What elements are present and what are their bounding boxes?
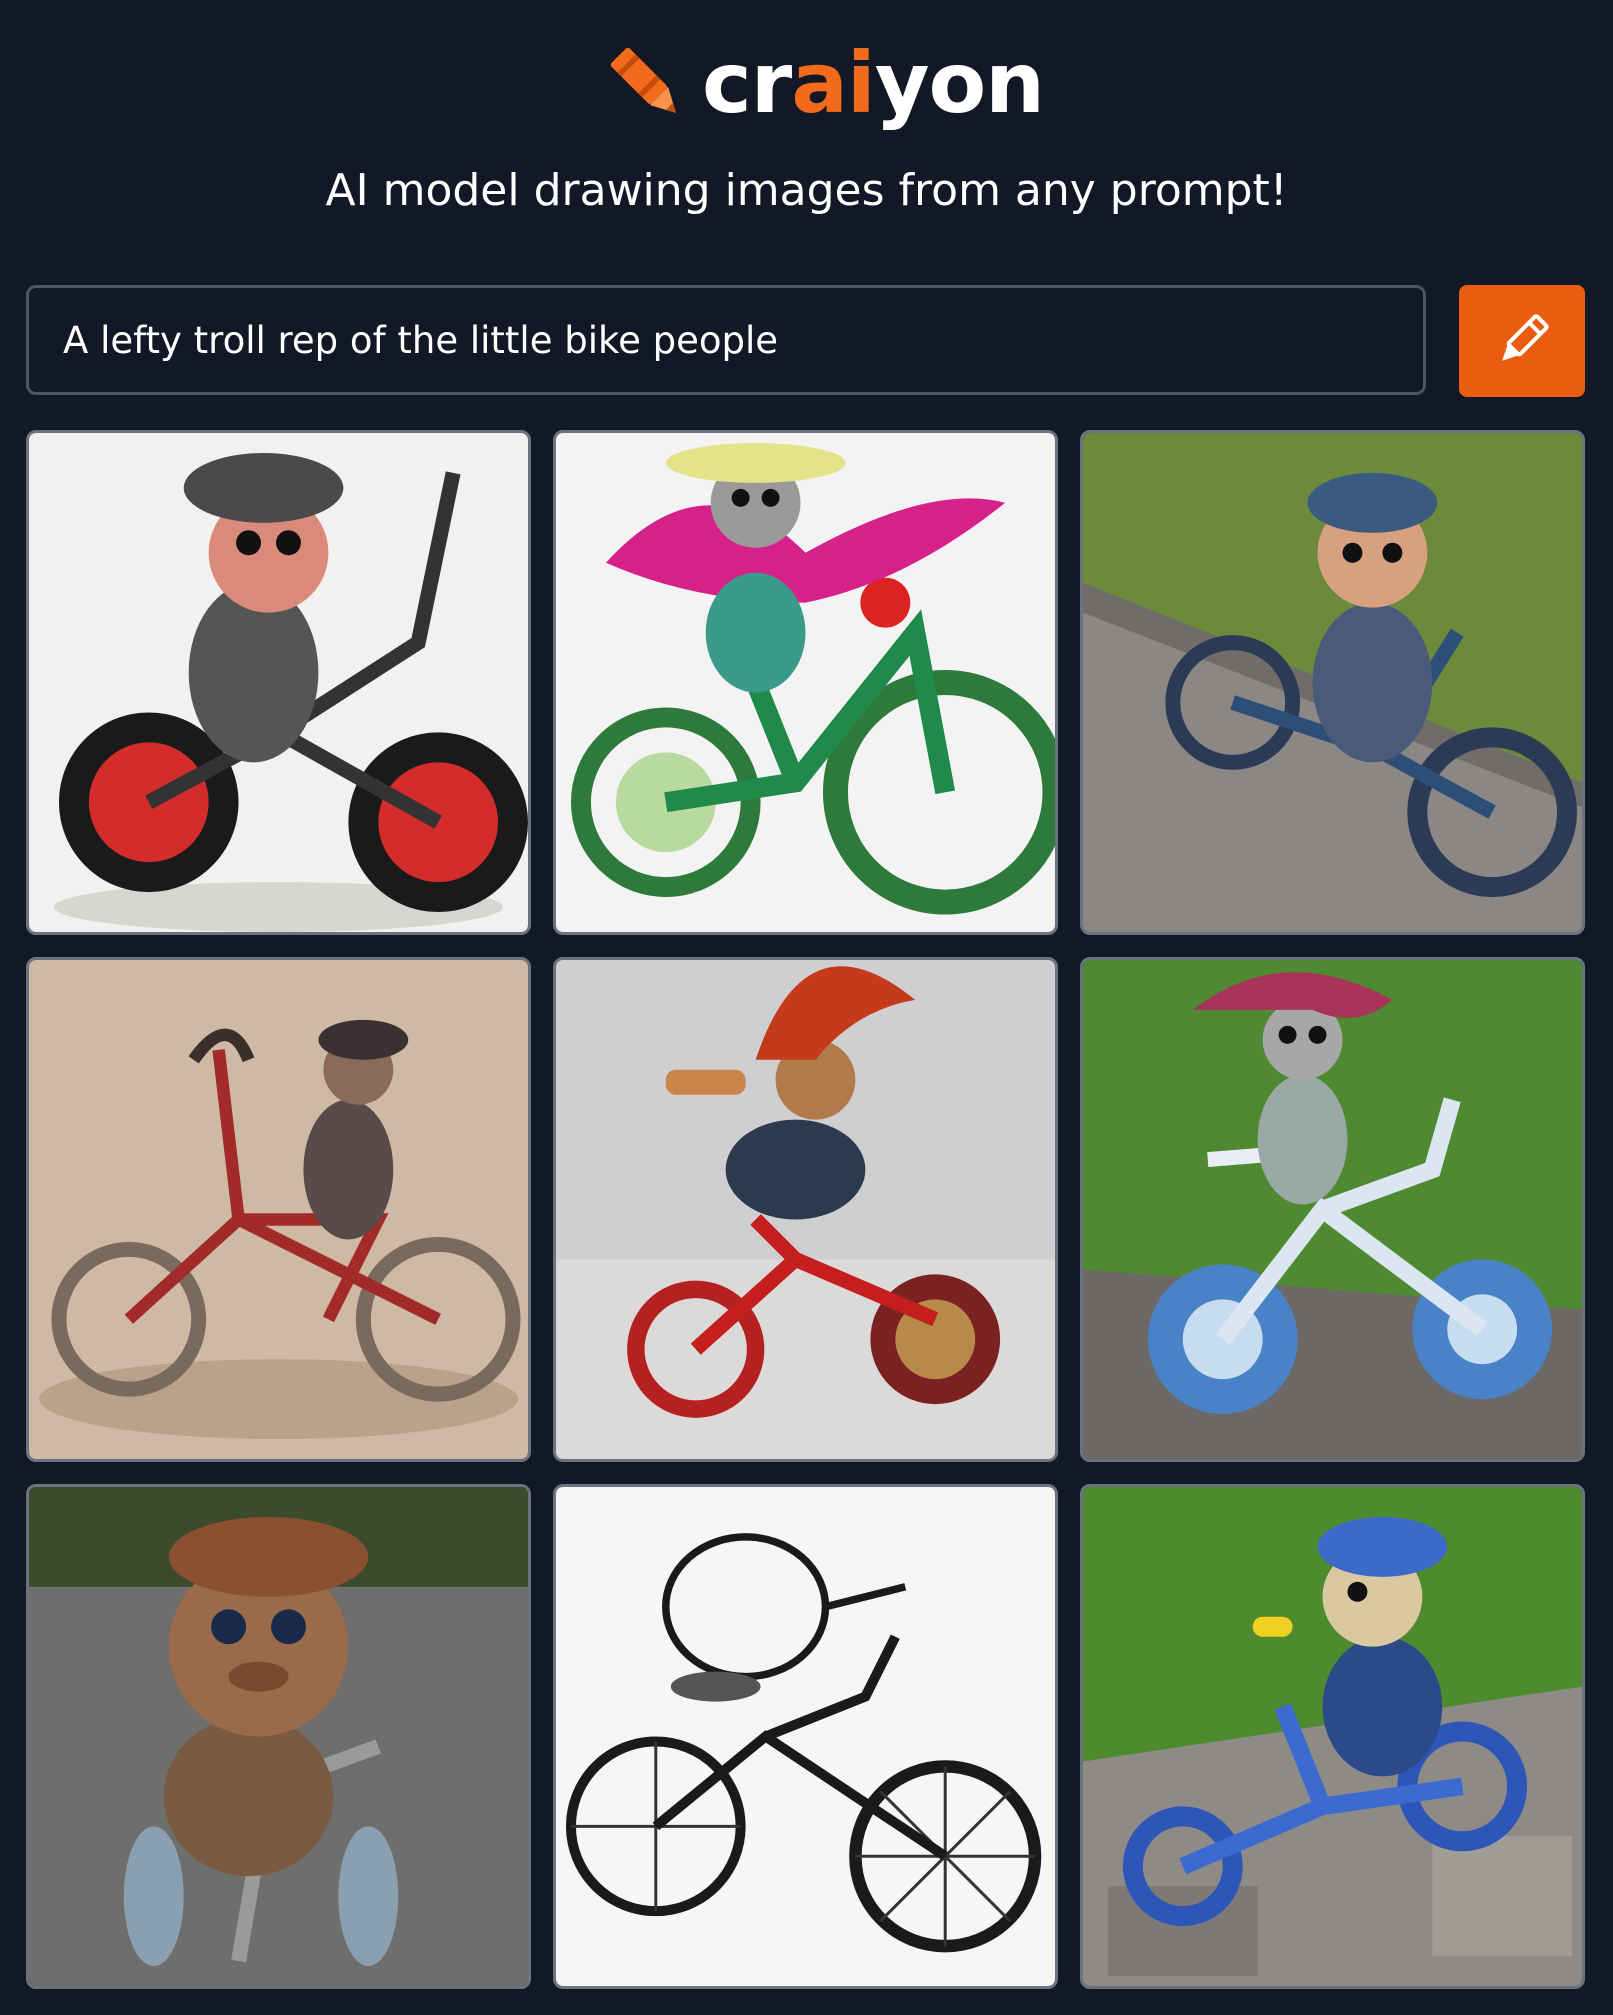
image-1-illustration [29,433,528,932]
image-2-illustration [556,433,1055,932]
generated-image-5[interactable] [553,957,1058,1462]
generated-image-7[interactable] [26,1484,531,1989]
image-6-illustration [1083,960,1582,1459]
image-grid [26,430,1586,1990]
prompt-input-box[interactable] [26,285,1426,395]
prompt-input[interactable] [61,317,1423,363]
generated-image-8[interactable] [553,1484,1058,1989]
crayon-icon [610,47,676,113]
image-3-illustration [1083,433,1582,932]
image-7-illustration [29,1487,528,1986]
logo-text: craiyon [702,34,1045,132]
draw-button[interactable] [1459,285,1585,397]
generated-image-6[interactable] [1080,957,1585,1462]
generated-image-2[interactable] [553,430,1058,935]
tagline: AI model drawing images from any prompt! [325,165,1288,216]
image-8-illustration [556,1487,1055,1986]
generated-image-3[interactable] [1080,430,1585,935]
image-5-illustration [556,960,1055,1459]
header: craiyon AI model drawing images from any… [0,0,1613,270]
generated-image-9[interactable] [1080,1484,1585,1989]
generated-image-4[interactable] [26,957,531,1462]
image-9-illustration [1083,1487,1582,1986]
craiyon-logo[interactable]: craiyon [600,28,1045,138]
image-4-illustration [29,960,528,1459]
pencil-icon [1502,314,1549,361]
generated-image-1[interactable] [26,430,531,935]
